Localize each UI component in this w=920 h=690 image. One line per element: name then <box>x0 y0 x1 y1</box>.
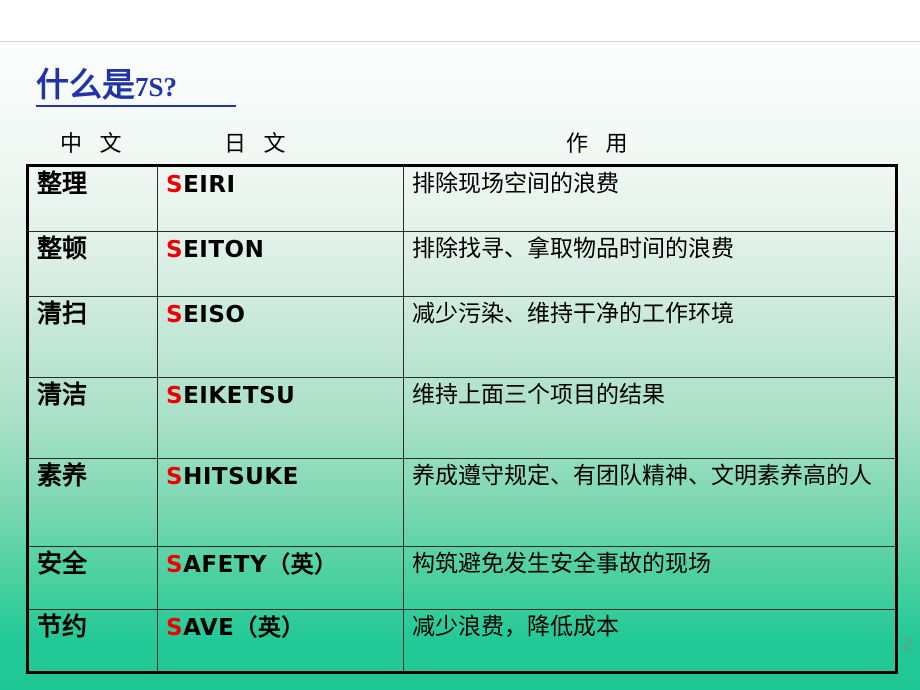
cell-purpose: 养成遵守规定、有团队精神、文明素养高的人 <box>403 458 897 547</box>
page-title-english: 7S? <box>135 72 178 102</box>
cell-romaji: SEIKETSU <box>157 377 404 459</box>
header-divider <box>0 41 920 42</box>
cell-romaji: SEIRI <box>157 165 404 232</box>
cell-chinese: 清洁 <box>27 377 158 459</box>
romaji-initial: S <box>166 237 184 263</box>
cell-purpose: 减少污染、维持干净的工作环境 <box>403 296 897 378</box>
cell-romaji: SAFETY（英） <box>157 546 404 610</box>
cell-romaji: SEITON <box>157 231 404 297</box>
cell-romaji: SEISO <box>157 296 404 378</box>
seven-s-table: 整理 SEIRI 排除现场空间的浪费 整顿 SEITON 排除找寻、拿取物品时间… <box>26 164 898 674</box>
column-header-purpose: 作 用 <box>566 131 634 156</box>
romaji-initial: S <box>166 172 184 198</box>
column-header-japanese: 日 文 <box>224 131 292 156</box>
page-number: 2 <box>902 634 913 655</box>
romaji-rest: HITSUKE <box>183 464 299 490</box>
cell-purpose: 构筑避免发生安全事故的现场 <box>403 546 897 610</box>
cell-chinese: 清扫 <box>27 296 158 378</box>
table-row: 整顿 SEITON 排除找寻、拿取物品时间的浪费 <box>27 231 897 297</box>
romaji-initial: S <box>166 383 184 409</box>
cell-romaji: SAVE（英） <box>157 609 404 673</box>
page-title: 什么是7S? <box>36 66 236 107</box>
cell-chinese: 素养 <box>27 458 158 547</box>
romaji-rest: AVE（英） <box>183 615 305 641</box>
table-row: 节约 SAVE（英） 减少浪费，降低成本 <box>27 609 897 673</box>
table-row: 清洁 SEIKETSU 维持上面三个项目的结果 <box>27 377 897 459</box>
romaji-rest: EISO <box>183 302 246 328</box>
romaji-rest: EITON <box>183 237 265 263</box>
table-row: 清扫 SEISO 减少污染、维持干净的工作环境 <box>27 296 897 378</box>
table-body: 整理 SEIRI 排除现场空间的浪费 整顿 SEITON 排除找寻、拿取物品时间… <box>27 165 897 673</box>
cell-chinese: 安全 <box>27 546 158 610</box>
page-title-chinese: 什么是 <box>36 68 135 104</box>
romaji-initial: S <box>166 302 184 328</box>
cell-purpose: 维持上面三个项目的结果 <box>403 377 897 459</box>
table-row: 整理 SEIRI 排除现场空间的浪费 <box>27 165 897 232</box>
cell-chinese: 整理 <box>27 165 158 232</box>
slide-canvas: 什么是7S? 中 文 日 文 作 用 整理 SEIRI 排除现场空间的浪费 整顿… <box>0 0 920 690</box>
title-underline <box>36 105 236 107</box>
romaji-rest: EIRI <box>183 172 236 198</box>
column-header-chinese: 中 文 <box>60 131 128 156</box>
cell-purpose: 排除现场空间的浪费 <box>403 165 897 232</box>
romaji-initial: S <box>166 464 184 490</box>
table-row: 素养 SHITSUKE 养成遵守规定、有团队精神、文明素养高的人 <box>27 458 897 547</box>
romaji-initial: S <box>166 615 184 641</box>
table-row: 安全 SAFETY（英） 构筑避免发生安全事故的现场 <box>27 546 897 610</box>
cell-chinese: 整顿 <box>27 231 158 297</box>
table-column-headers: 中 文 日 文 作 用 <box>26 126 896 160</box>
romaji-initial: S <box>166 552 184 578</box>
romaji-rest: AFETY（英） <box>183 552 338 578</box>
cell-chinese: 节约 <box>27 609 158 673</box>
cell-purpose: 减少浪费，降低成本 <box>403 609 897 673</box>
cell-purpose: 排除找寻、拿取物品时间的浪费 <box>403 231 897 297</box>
romaji-rest: EIKETSU <box>183 383 296 409</box>
cell-romaji: SHITSUKE <box>157 458 404 547</box>
